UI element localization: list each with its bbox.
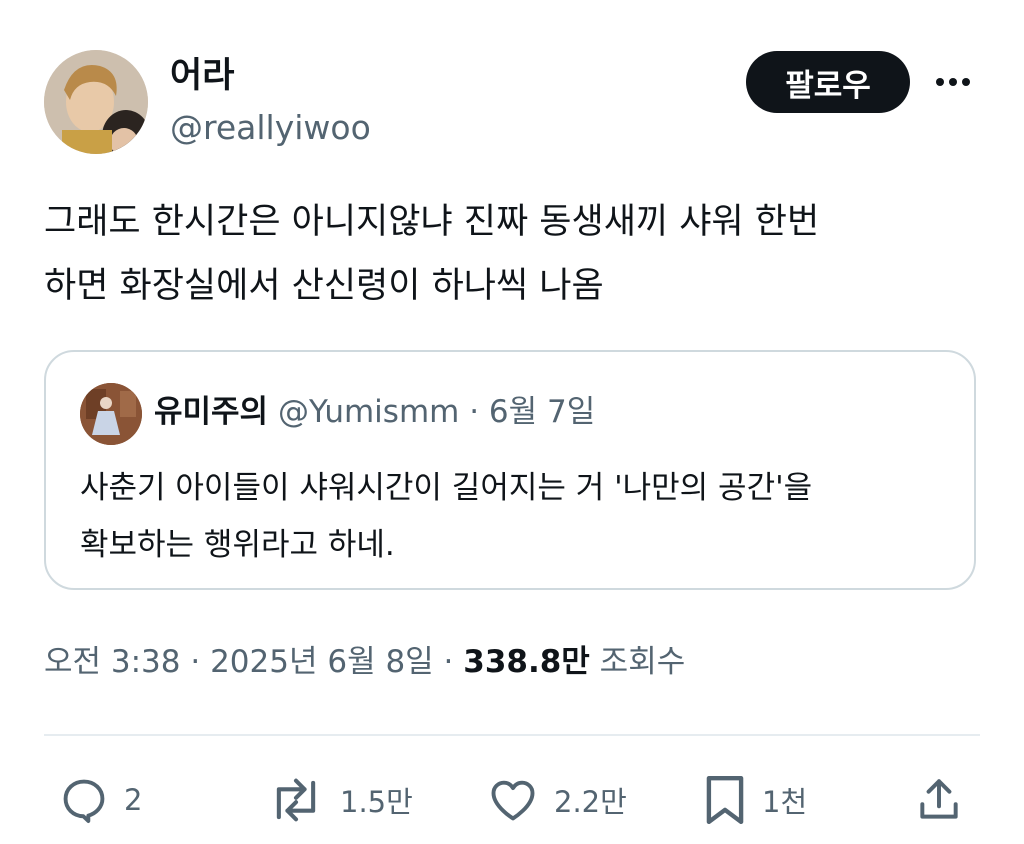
quoted-tweet-card[interactable]: 유미주의 @Yumismm · 6월 7일 사춘기 아이들이 샤워시간이 길어지… (44, 350, 976, 590)
follow-button[interactable]: 팔로우 (746, 51, 910, 113)
share-icon (914, 774, 964, 826)
bookmark-button[interactable]: 1천 (702, 770, 807, 830)
tweet-meta: 오전 3:38 · 2025년 6월 8일 · 338.8만 조회수 (44, 642, 685, 682)
tweet-time[interactable]: 오전 3:38 (44, 644, 181, 680)
retweet-icon (266, 774, 326, 826)
meta-separator: · (433, 644, 464, 680)
like-count: 2.2만 (554, 785, 627, 819)
author-display-name[interactable]: 어라 (170, 56, 234, 96)
like-button[interactable]: 2.2만 (486, 770, 627, 830)
author-avatar[interactable] (44, 50, 148, 154)
reply-icon (58, 774, 110, 826)
bookmark-count: 1천 (762, 785, 808, 819)
heart-icon (486, 774, 540, 826)
meta-separator: · (180, 644, 211, 680)
quoted-header: 유미주의 @Yumismm · 6월 7일 (154, 392, 595, 432)
more-icon[interactable] (932, 62, 974, 102)
tweet-text: 그래도 한시간은 아니지않냐 진짜 동생새끼 샤워 한번 하면 화장실에서 산신… (44, 202, 820, 306)
author-handle[interactable]: @reallyiwoo (170, 108, 371, 148)
quoted-handle[interactable]: @Yumismm (278, 394, 459, 430)
quoted-text: 사춘기 아이들이 샤워시간이 길어지는 거 '나만의 공간'을 확보하는 행위라… (80, 470, 813, 563)
quoted-display-name[interactable]: 유미주의 (154, 394, 268, 430)
tweet-date[interactable]: 2025년 6월 8일 (210, 644, 434, 680)
quoted-separator: · (459, 394, 489, 430)
quoted-author-avatar[interactable] (80, 383, 142, 445)
views-count: 338.8만 (463, 644, 590, 680)
quoted-date[interactable]: 6월 7일 (489, 394, 595, 430)
retweet-button[interactable]: 1.5만 (266, 770, 413, 830)
reply-count: 2 (124, 783, 143, 817)
share-button[interactable] (914, 770, 964, 830)
views-label: 조회수 (589, 644, 686, 680)
reply-button[interactable]: 2 (58, 770, 142, 830)
bookmark-icon (702, 772, 748, 828)
retweet-count: 1.5만 (340, 785, 413, 819)
divider (44, 734, 980, 736)
